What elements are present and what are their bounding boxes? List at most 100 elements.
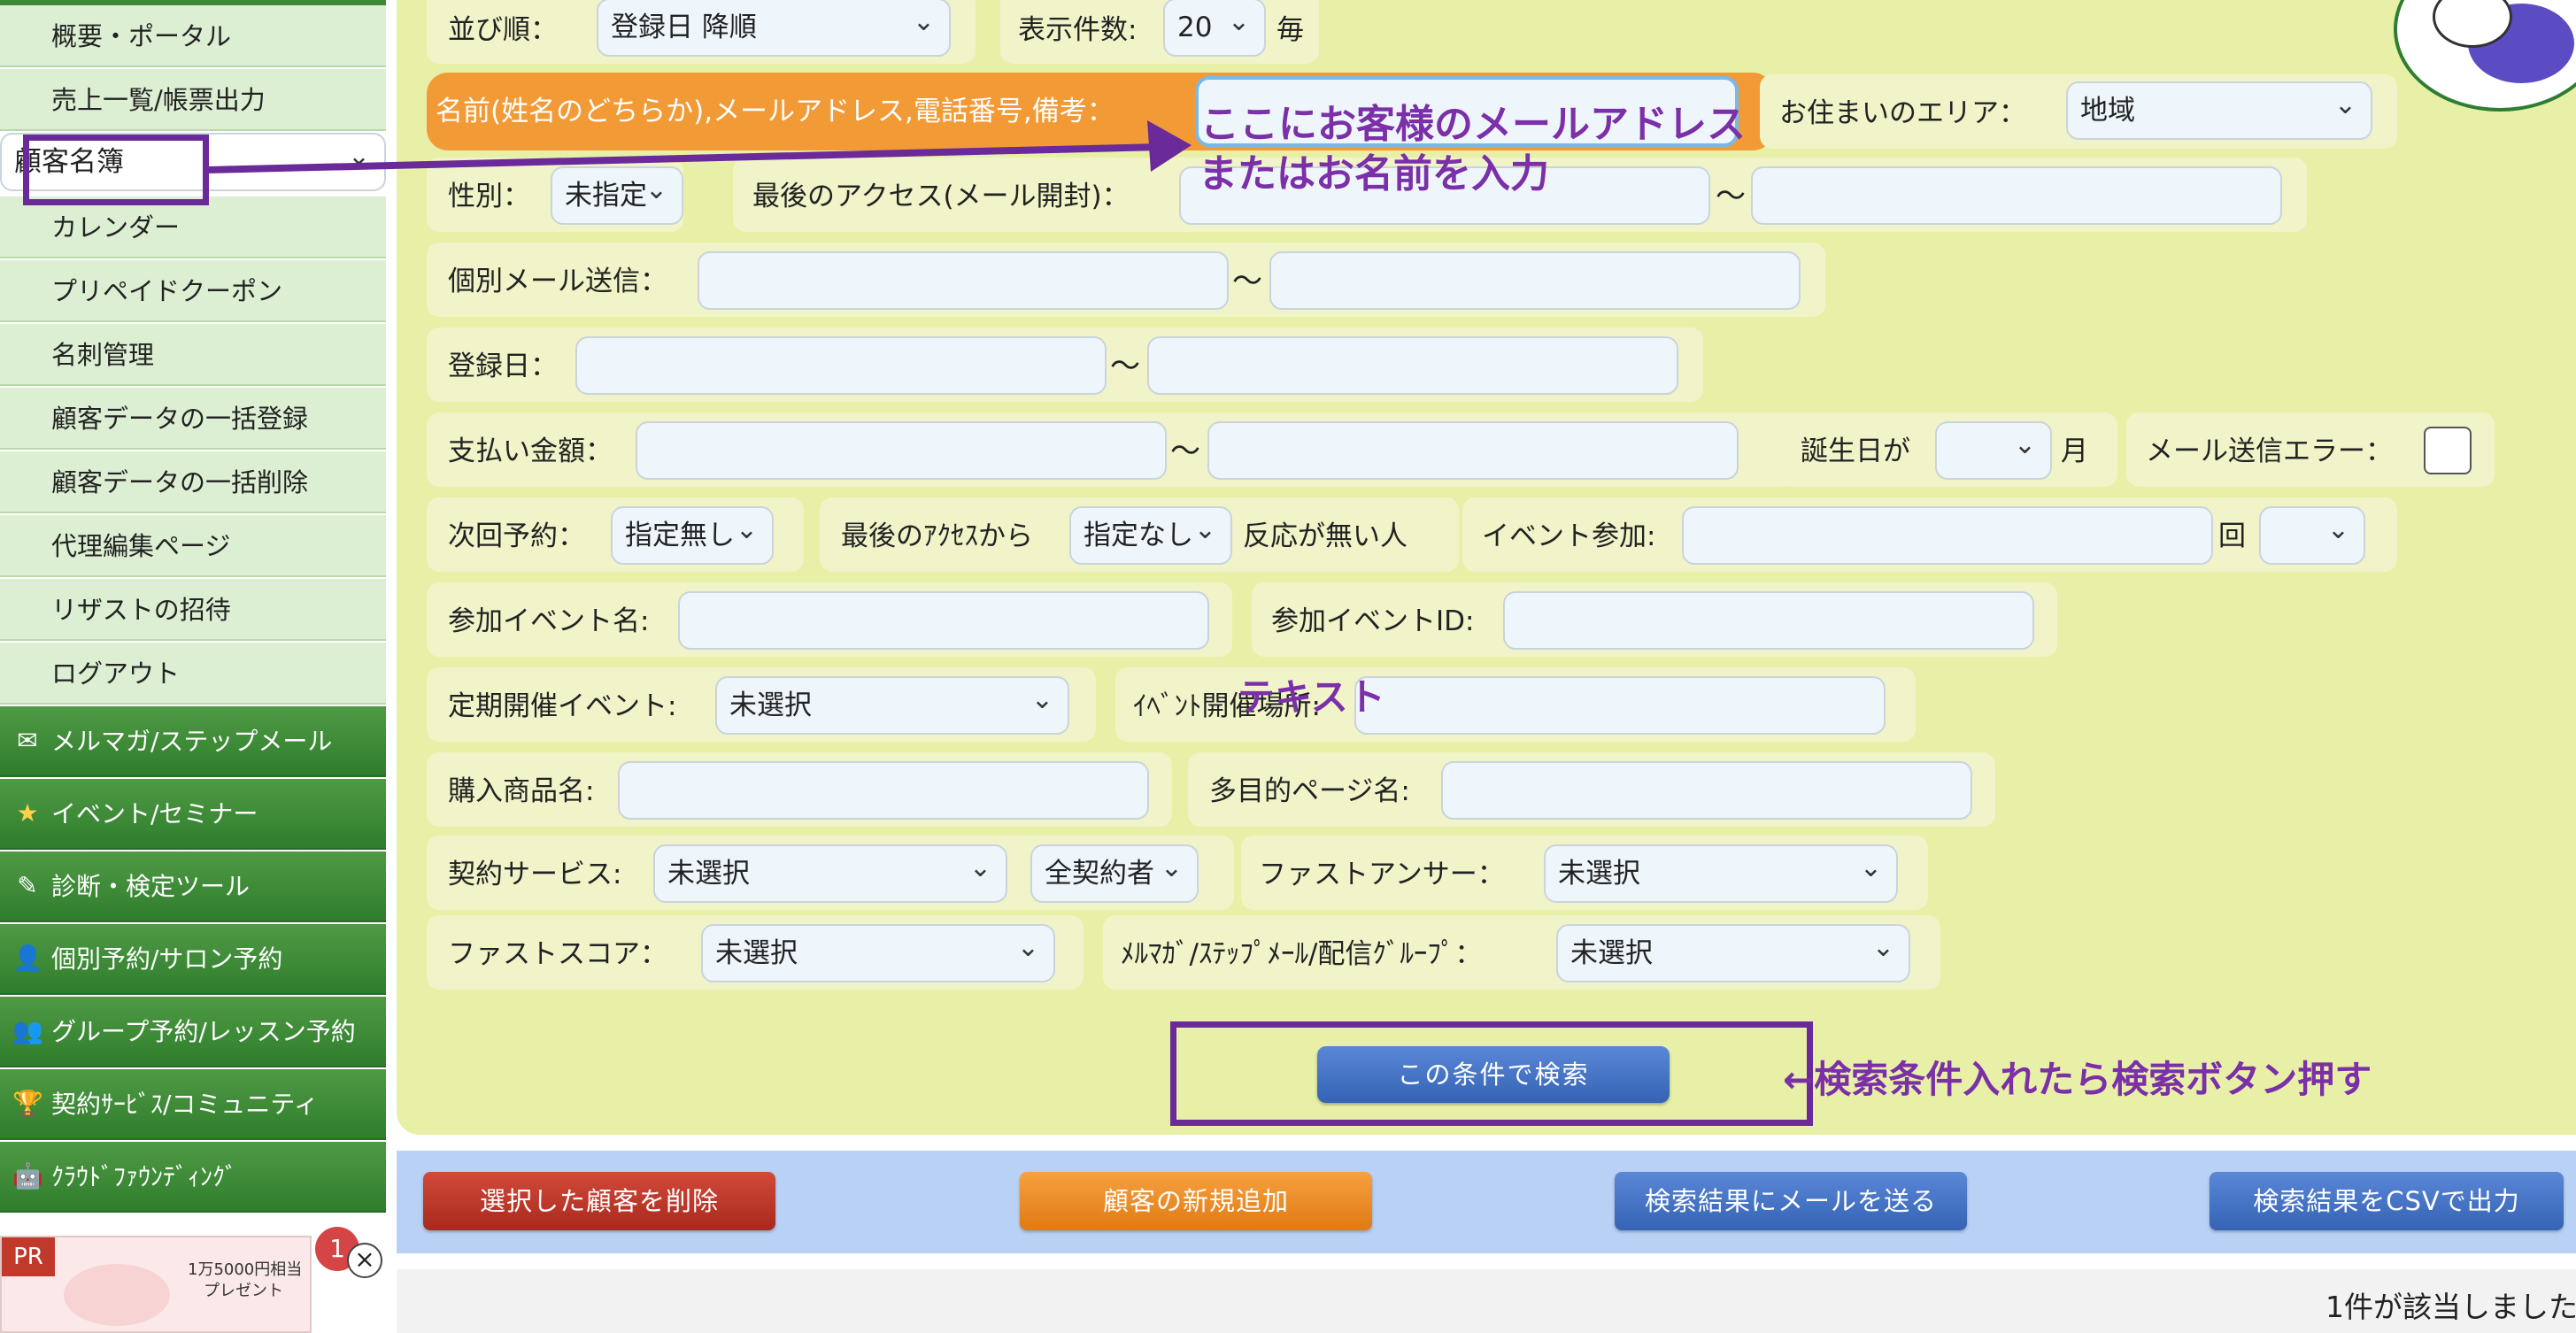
payment-from-input[interactable] (636, 421, 1167, 480)
group-icon: 👥 (12, 1016, 43, 1045)
per-page-suffix: 毎 (1276, 14, 1304, 46)
sidebar-category-contract[interactable]: 🏆 契約ｻｰﾋﾞｽ/コミュニティ (0, 1069, 386, 1140)
contract-label: 契約サービス: (448, 859, 622, 890)
category-label: ｸﾗｳﾄﾞﾌｧｳﾝﾃﾞｨﾝｸﾞ (51, 1162, 238, 1191)
payment-to-input[interactable] (1207, 421, 1739, 480)
multipage-input[interactable] (1441, 761, 1972, 820)
event-id-input[interactable] (1503, 591, 2034, 650)
event-join-select[interactable] (2259, 506, 2365, 565)
gender-select[interactable]: 未指定 (551, 166, 683, 225)
category-label: 個別予約/サロン予約 (51, 944, 283, 974)
next-reservation-select[interactable]: 指定無し (611, 506, 774, 565)
event-join-input[interactable] (1682, 506, 2213, 565)
product-label: 購入商品名: (448, 775, 595, 807)
contract-select[interactable]: 未選択 (653, 844, 1007, 903)
sidebar-item-calendar[interactable]: カレンダー (0, 196, 386, 258)
category-label: グループ予約/レッスン予約 (51, 1017, 356, 1046)
registered-to-input[interactable] (1147, 336, 1678, 395)
next-reservation-label: 次回予約： (448, 520, 585, 552)
product-input[interactable] (618, 761, 1149, 820)
birthday-label: 誕生日が (1801, 435, 1910, 467)
no-response-label: 反応が無い人 (1243, 520, 1408, 552)
pr-image (64, 1264, 170, 1326)
robot-icon: 🤖 (12, 1161, 43, 1190)
sidebar-item-proxy-edit[interactable]: 代理編集ページ (0, 515, 386, 577)
registered-label: 登録日： (448, 351, 558, 382)
event-place-input[interactable] (1354, 676, 1886, 735)
sidebar-item-prepaid-coupon[interactable]: プリペイドクーポン (0, 260, 386, 322)
mailmag-select[interactable]: 未選択 (1556, 924, 1910, 982)
last-access-from-label: 最後のｱｸｾｽから (841, 520, 1033, 552)
envelope-icon: ✉ (17, 726, 38, 755)
gender-label: 性別： (448, 181, 530, 212)
fast-answer-select[interactable]: 未選択 (1544, 844, 1898, 903)
tilde: 〜 (1716, 179, 1746, 214)
action-bar: 選択した顧客を削除 顧客の新規追加 検索結果にメールを送る 検索結果をCSVで出… (397, 1151, 2576, 1253)
sidebar-item-bulk-register[interactable]: 顧客データの一括登録 (0, 388, 386, 450)
individual-mail-label: 個別メール送信： (448, 266, 667, 297)
category-label: 契約ｻｰﾋﾞｽ/コミュニティ (51, 1090, 319, 1119)
last-access-from-select[interactable]: 指定なし (1069, 506, 1232, 565)
sort-select[interactable]: 登録日 降順 (597, 0, 951, 57)
annotation-search-hint: ←検索条件入れたら検索ボタン押す (1783, 1058, 2372, 1101)
category-label: イベント/セミナー (51, 799, 258, 828)
event-join-label: イベント参加: (1482, 520, 1656, 552)
event-join-suffix: 回 (2218, 520, 2246, 552)
pr-banner[interactable]: PR 1万5000円相当 プレゼント (0, 1236, 312, 1333)
area-label: お住まいのエリア： (1779, 97, 2026, 129)
event-name-label: 参加イベント名: (448, 605, 650, 637)
add-customer-button[interactable]: 顧客の新規追加 (1020, 1172, 1372, 1230)
area-select[interactable]: 地域 (2066, 81, 2372, 140)
per-page-select[interactable]: 20 (1163, 0, 1266, 57)
tilde: 〜 (1232, 264, 1262, 299)
sidebar-item-bulk-delete[interactable]: 顧客データの一括削除 (0, 451, 386, 513)
contractor-select[interactable]: 全契約者 (1030, 844, 1199, 903)
fast-score-select[interactable]: 未選択 (701, 924, 1055, 982)
annotation-box-search-button (1170, 1021, 1813, 1126)
annotation-keyword-hint-2: またはお名前を入力 (1199, 151, 1549, 196)
registered-from-input[interactable] (575, 336, 1107, 395)
keyword-label: 名前(姓名のどちらか),メールアドレス,電話番号,備考： (436, 96, 1114, 127)
event-name-input[interactable] (678, 591, 1209, 650)
mailmag-label: ﾒﾙﾏｶﾞ/ｽﾃｯﾌﾟﾒｰﾙ/配信ｸﾞﾙｰﾌﾟ： (1121, 938, 1483, 970)
fast-score-label: ファストスコア： (448, 938, 667, 970)
sidebar-item-business-cards[interactable]: 名刺管理 (0, 324, 386, 386)
close-icon[interactable]: × (347, 1243, 382, 1278)
mail-error-label: メール送信エラー： (2146, 435, 2393, 467)
annotation-box-customer-list (23, 135, 209, 205)
regular-event-label: 定期開催イベント: (448, 690, 677, 722)
send-mail-button[interactable]: 検索結果にメールを送る (1615, 1172, 1967, 1230)
sidebar-category-mailmag[interactable]: ✉ メルマガ/ステップメール (0, 706, 386, 777)
payment-label: 支払い金額： (448, 435, 613, 467)
sidebar-item-invite[interactable]: リザストの招待 (0, 579, 386, 641)
last-access-label: 最後のアクセス(メール開封)： (752, 181, 1130, 212)
annotation-text-note: テキスト (1238, 675, 1385, 719)
result-count: 1件が該当しました (2325, 1290, 2576, 1324)
sidebar-category-reservation[interactable]: 👤 個別予約/サロン予約 (0, 924, 386, 995)
delete-selected-button[interactable]: 選択した顧客を削除 (423, 1172, 775, 1230)
category-label: 診断・検定ツール (51, 872, 251, 901)
last-access-to-input[interactable] (1751, 166, 2282, 225)
individual-mail-from-input[interactable] (698, 251, 1229, 310)
birthday-suffix: 月 (2061, 435, 2088, 467)
sidebar-item-overview[interactable]: 概要・ポータル (0, 5, 386, 67)
sidebar-category-crowdfunding[interactable]: 🤖 ｸﾗｳﾄﾞﾌｧｳﾝﾃﾞｨﾝｸﾞ (0, 1142, 386, 1213)
mascot-image (2394, 0, 2576, 112)
export-csv-button[interactable]: 検索結果をCSVで出力 (2210, 1172, 2564, 1230)
annotation-keyword-hint-1: ここにお客様のメールアドレス (1200, 102, 1746, 147)
pr-label: PR (2, 1237, 55, 1276)
sidebar-item-sales[interactable]: 売上一覧/帳票出力 (0, 69, 386, 131)
trophy-icon: 🏆 (12, 1089, 43, 1118)
individual-mail-to-input[interactable] (1269, 251, 1801, 310)
tilde: 〜 (1110, 349, 1140, 384)
sidebar-category-diagnosis[interactable]: ✎ 診断・検定ツール (0, 851, 386, 922)
sidebar-category-group[interactable]: 👥 グループ予約/レッスン予約 (0, 997, 386, 1067)
result-bar: 1件が該当しました (397, 1269, 2576, 1333)
multipage-label: 多目的ページ名: (1209, 775, 1410, 807)
per-page-label: 表示件数: (1018, 14, 1138, 46)
birthday-month-select[interactable] (1935, 421, 2052, 480)
mail-error-checkbox[interactable] (2424, 427, 2472, 474)
sidebar-category-event[interactable]: ★ イベント/セミナー (0, 779, 386, 850)
sidebar-item-logout[interactable]: ログアウト (0, 643, 386, 705)
regular-event-select[interactable]: 未選択 (715, 676, 1069, 735)
